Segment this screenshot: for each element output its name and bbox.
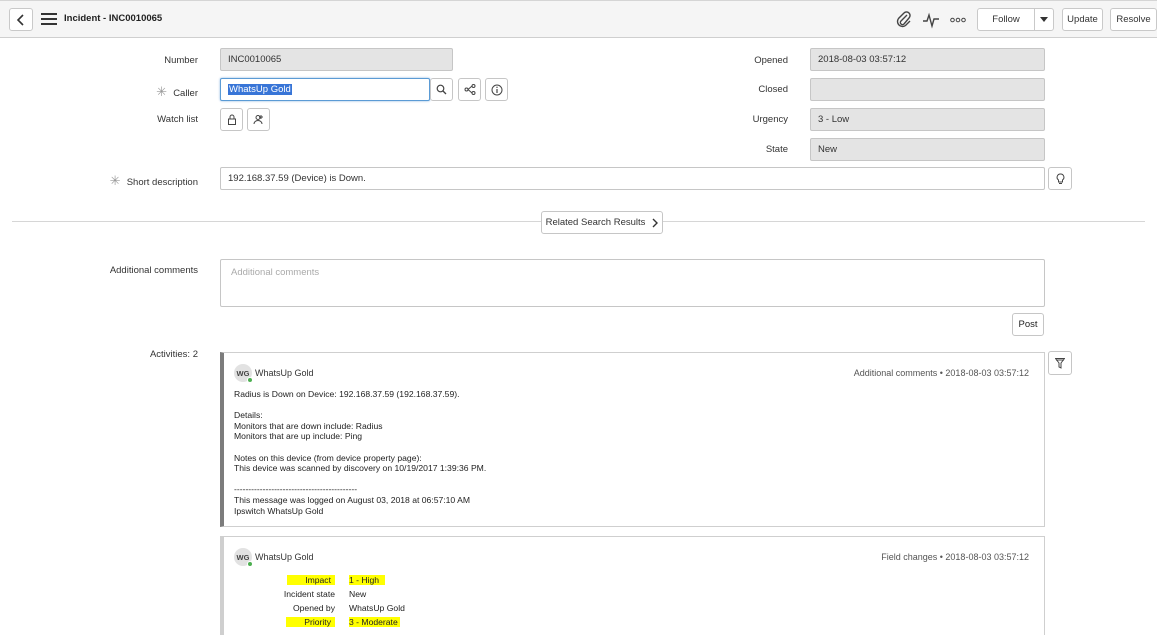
closed-field[interactable]: [810, 78, 1045, 101]
caller-label-text: Caller: [173, 88, 198, 99]
state-field[interactable]: New: [810, 138, 1045, 161]
online-status-dot: [247, 377, 253, 383]
caller-label: ✳ Caller: [120, 84, 198, 100]
update-button[interactable]: Update: [1062, 8, 1103, 31]
field-change-row: Incident state New: [224, 588, 624, 600]
state-label: State: [765, 144, 788, 155]
page-title: Incident - INC0010065: [64, 13, 163, 24]
back-button[interactable]: [9, 8, 33, 31]
suggestion-button[interactable]: [1048, 167, 1072, 190]
resolve-button[interactable]: Resolve: [1110, 8, 1157, 31]
required-marker: ✳: [109, 173, 121, 188]
follow-dropdown-button[interactable]: [1034, 8, 1054, 31]
activity-meta: Field changes • 2018-08-03 03:57:12: [881, 552, 1029, 562]
field-change-value: New: [349, 589, 367, 599]
lock-icon: [227, 114, 236, 125]
hierarchy-icon: [464, 84, 475, 95]
info-icon: [491, 84, 502, 95]
short-description-input[interactable]: 192.168.37.59 (Device) is Down.: [220, 167, 1045, 190]
filter-icon: [1055, 357, 1065, 369]
chevron-right-icon: [652, 218, 659, 227]
caller-value: WhatsUp Gold: [228, 84, 292, 95]
avatar-initials: WG: [236, 368, 250, 378]
caller-input[interactable]: WhatsUp Gold: [220, 78, 430, 101]
avatar: WG: [234, 548, 253, 567]
additional-comments-label: Additional comments: [109, 265, 198, 276]
related-search-results-label: Related Search Results: [545, 217, 646, 228]
activity-author: WhatsUp Gold: [255, 368, 314, 378]
back-icon: [16, 13, 24, 26]
avatar-initials: WG: [236, 552, 250, 562]
closed-label: Closed: [758, 84, 788, 95]
watchlist-add-me-button[interactable]: [247, 108, 270, 131]
activity-icon[interactable]: [922, 11, 940, 29]
chevron-down-icon: [1040, 16, 1048, 22]
related-search-results-button[interactable]: Related Search Results: [541, 211, 663, 234]
activity-author: WhatsUp Gold: [255, 552, 314, 562]
more-icon[interactable]: [949, 11, 967, 29]
search-icon: [436, 84, 447, 95]
activity-body: Radius is Down on Device: 192.168.37.59 …: [234, 389, 487, 516]
form-header: Incident - INC0010065 Follow Update Reso…: [0, 0, 1157, 38]
field-change-row: Opened by WhatsUp Gold: [224, 602, 624, 614]
field-change-value: WhatsUp Gold: [349, 603, 405, 613]
lightbulb-icon: [1056, 172, 1064, 184]
caller-lookup-button[interactable]: [430, 78, 453, 101]
caller-hierarchy-button[interactable]: [458, 78, 481, 101]
short-description-label: ✳ Short description: [90, 173, 198, 189]
add-user-icon: [253, 115, 263, 125]
urgency-field[interactable]: 3 - Low: [810, 108, 1045, 131]
field-change-label: Incident state: [283, 589, 335, 599]
post-button[interactable]: Post: [1012, 313, 1044, 336]
caller-info-button[interactable]: [485, 78, 508, 101]
field-change-label: Opened by: [292, 603, 335, 613]
number-field[interactable]: INC0010065: [220, 48, 453, 71]
opened-label: Opened: [754, 55, 788, 66]
opened-field[interactable]: 2018-08-03 03:57:12: [810, 48, 1045, 71]
watchlist-label: Watch list: [157, 114, 198, 125]
field-change-label: Impact: [245, 574, 335, 586]
activity-entry: WG WhatsUp Gold Additional comments • 20…: [220, 352, 1045, 527]
activity-filter-button[interactable]: [1048, 351, 1072, 375]
watchlist-lock-button[interactable]: [220, 108, 243, 131]
online-status-dot: [247, 561, 253, 567]
additional-comments-textarea[interactable]: Additional comments: [220, 259, 1045, 307]
short-description-label-text: Short description: [126, 177, 198, 188]
field-change-value: 1 - High: [349, 574, 386, 586]
urgency-label: Urgency: [752, 114, 788, 125]
avatar: WG: [234, 364, 253, 383]
activity-meta: Additional comments • 2018-08-03 03:57:1…: [853, 368, 1029, 378]
activity-entry: WG WhatsUp Gold Field changes • 2018-08-…: [220, 536, 1045, 635]
paperclip-icon[interactable]: [895, 11, 913, 29]
menu-icon[interactable]: [41, 13, 57, 25]
field-change-value: 3 - Moderate: [349, 617, 400, 627]
field-change-row: Priority 3 - Moderate: [224, 616, 624, 628]
activities-label: Activities: 2: [149, 349, 198, 360]
field-change-label: Priority: [245, 616, 335, 628]
field-change-row: Impact 1 - High: [224, 574, 624, 586]
required-marker: ✳: [156, 84, 168, 99]
follow-button[interactable]: Follow: [977, 8, 1035, 31]
number-label: Number: [164, 55, 198, 66]
